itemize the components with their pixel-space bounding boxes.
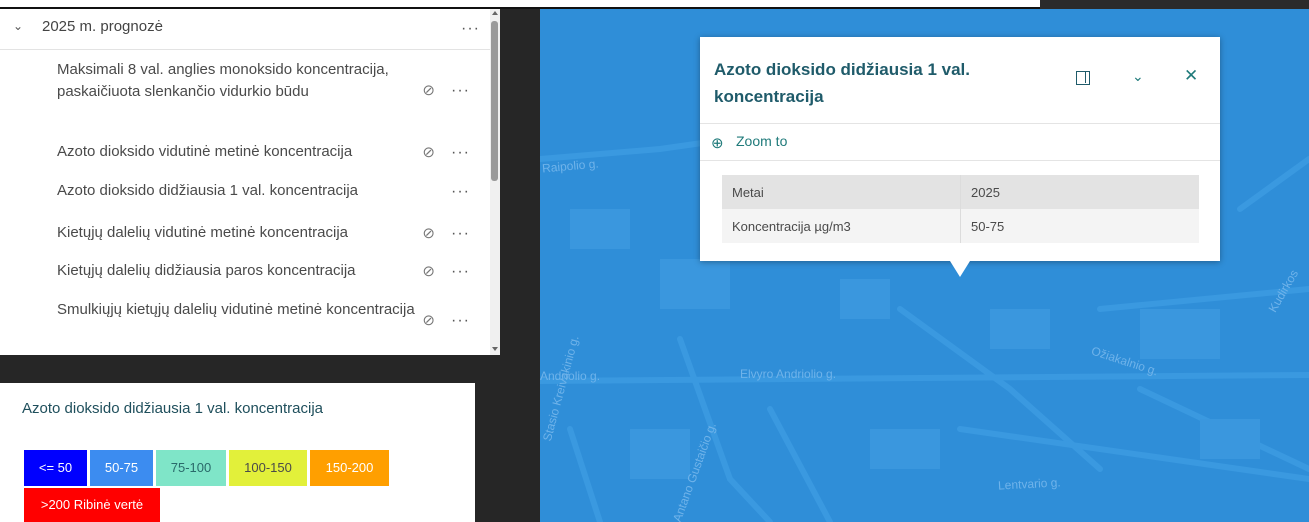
field-value: 50-75 xyxy=(971,218,1005,234)
more-options-icon[interactable]: ··· xyxy=(451,184,470,200)
visibility-off-icon[interactable]: ⊘ xyxy=(422,81,435,99)
field-name: Koncentracija µg/m3 xyxy=(722,209,961,243)
scroll-thumb[interactable] xyxy=(491,21,498,181)
divider xyxy=(700,160,1220,161)
scroll-up-icon[interactable] xyxy=(492,11,498,15)
attribute-table: Metai 2025 Koncentracija µg/m3 50-75 xyxy=(722,175,1199,243)
layer-item[interactable]: Smulkiųjų kietųjų dalelių vidutinė metin… xyxy=(0,299,490,343)
more-options-icon[interactable]: ··· xyxy=(451,145,470,161)
layer-group-header[interactable]: ⌄ 2025 m. prognozė ··· xyxy=(0,9,500,50)
legend-swatch: 150-200 xyxy=(310,450,389,486)
layer-label: Maksimali 8 val. anglies monoksido konce… xyxy=(57,61,389,100)
more-options-icon[interactable]: ··· xyxy=(451,264,470,280)
layer-label: Smulkiųjų kietųjų dalelių vidutinė metin… xyxy=(57,301,415,318)
scrollbar[interactable] xyxy=(490,9,500,355)
more-options-icon[interactable]: ··· xyxy=(451,313,470,329)
visibility-off-icon[interactable]: ⊘ xyxy=(422,143,435,161)
popup-title: Azoto dioksido didžiausia 1 val. koncent… xyxy=(714,60,970,106)
legend-swatch: <= 50 xyxy=(24,450,87,486)
more-options-icon[interactable]: ··· xyxy=(451,226,470,242)
legend-swatch: 75-100 xyxy=(156,450,226,486)
table-row: Koncentracija µg/m3 50-75 xyxy=(722,209,1199,243)
layer-label: Kietųjų dalelių didžiausia paros koncent… xyxy=(57,262,356,279)
legend-title: Azoto dioksido didžiausia 1 val. koncent… xyxy=(22,400,324,417)
dock-icon[interactable] xyxy=(1076,71,1090,85)
more-options-icon[interactable]: ··· xyxy=(451,83,470,99)
popup-pointer xyxy=(950,261,970,277)
divider xyxy=(700,123,1220,124)
layer-group-title: 2025 m. prognozė xyxy=(42,18,163,35)
layer-label: Azoto dioksido vidutinė metinė koncentra… xyxy=(57,143,353,160)
visibility-off-icon[interactable]: ⊘ xyxy=(422,311,435,329)
field-value: 2025 xyxy=(971,184,1000,200)
layer-item[interactable]: Azoto dioksido vidutinė metinė koncentra… xyxy=(0,141,490,163)
legend-swatch: >200 Ribinė vertė xyxy=(24,488,160,522)
zoom-in-icon[interactable]: ⊕ xyxy=(711,134,724,152)
legend-swatch: 50-75 xyxy=(90,450,153,486)
legend-swatch: 100-150 xyxy=(229,450,307,486)
close-icon[interactable]: ✕ xyxy=(1184,66,1198,86)
top-edge-bar xyxy=(0,0,1040,9)
zoom-to-button[interactable]: Zoom to xyxy=(736,133,787,149)
table-row: Metai 2025 xyxy=(722,175,1199,209)
field-name: Metai xyxy=(722,175,961,209)
layer-list-panel: ⌄ 2025 m. prognozė ··· Maksimali 8 val. … xyxy=(0,9,500,355)
visibility-off-icon[interactable]: ⊘ xyxy=(422,262,435,280)
layer-label: Kietųjų dalelių vidutinė metinė koncentr… xyxy=(57,224,349,241)
more-options-icon[interactable]: ··· xyxy=(461,21,480,37)
scroll-down-icon[interactable] xyxy=(492,347,498,351)
layer-label: Azoto dioksido didžiausia 1 val. koncent… xyxy=(57,182,359,199)
street-label: Elvyro Andriolio g. xyxy=(740,367,837,381)
feature-popup: Azoto dioksido didžiausia 1 val. koncent… xyxy=(700,37,1220,261)
chevron-down-icon[interactable]: ⌄ xyxy=(1132,68,1144,85)
layer-item[interactable]: Kietųjų dalelių vidutinė metinė koncentr… xyxy=(0,222,490,244)
chevron-down-icon[interactable]: ⌄ xyxy=(13,19,23,33)
visibility-off-icon[interactable]: ⊘ xyxy=(422,224,435,242)
layer-item[interactable]: Azoto dioksido didžiausia 1 val. koncent… xyxy=(0,180,490,202)
layer-item[interactable]: Maksimali 8 val. anglies monoksido konce… xyxy=(0,59,490,125)
legend-panel: Azoto dioksido didžiausia 1 val. koncent… xyxy=(0,383,475,522)
layer-item[interactable]: Kietųjų dalelių didžiausia paros koncent… xyxy=(0,260,490,282)
